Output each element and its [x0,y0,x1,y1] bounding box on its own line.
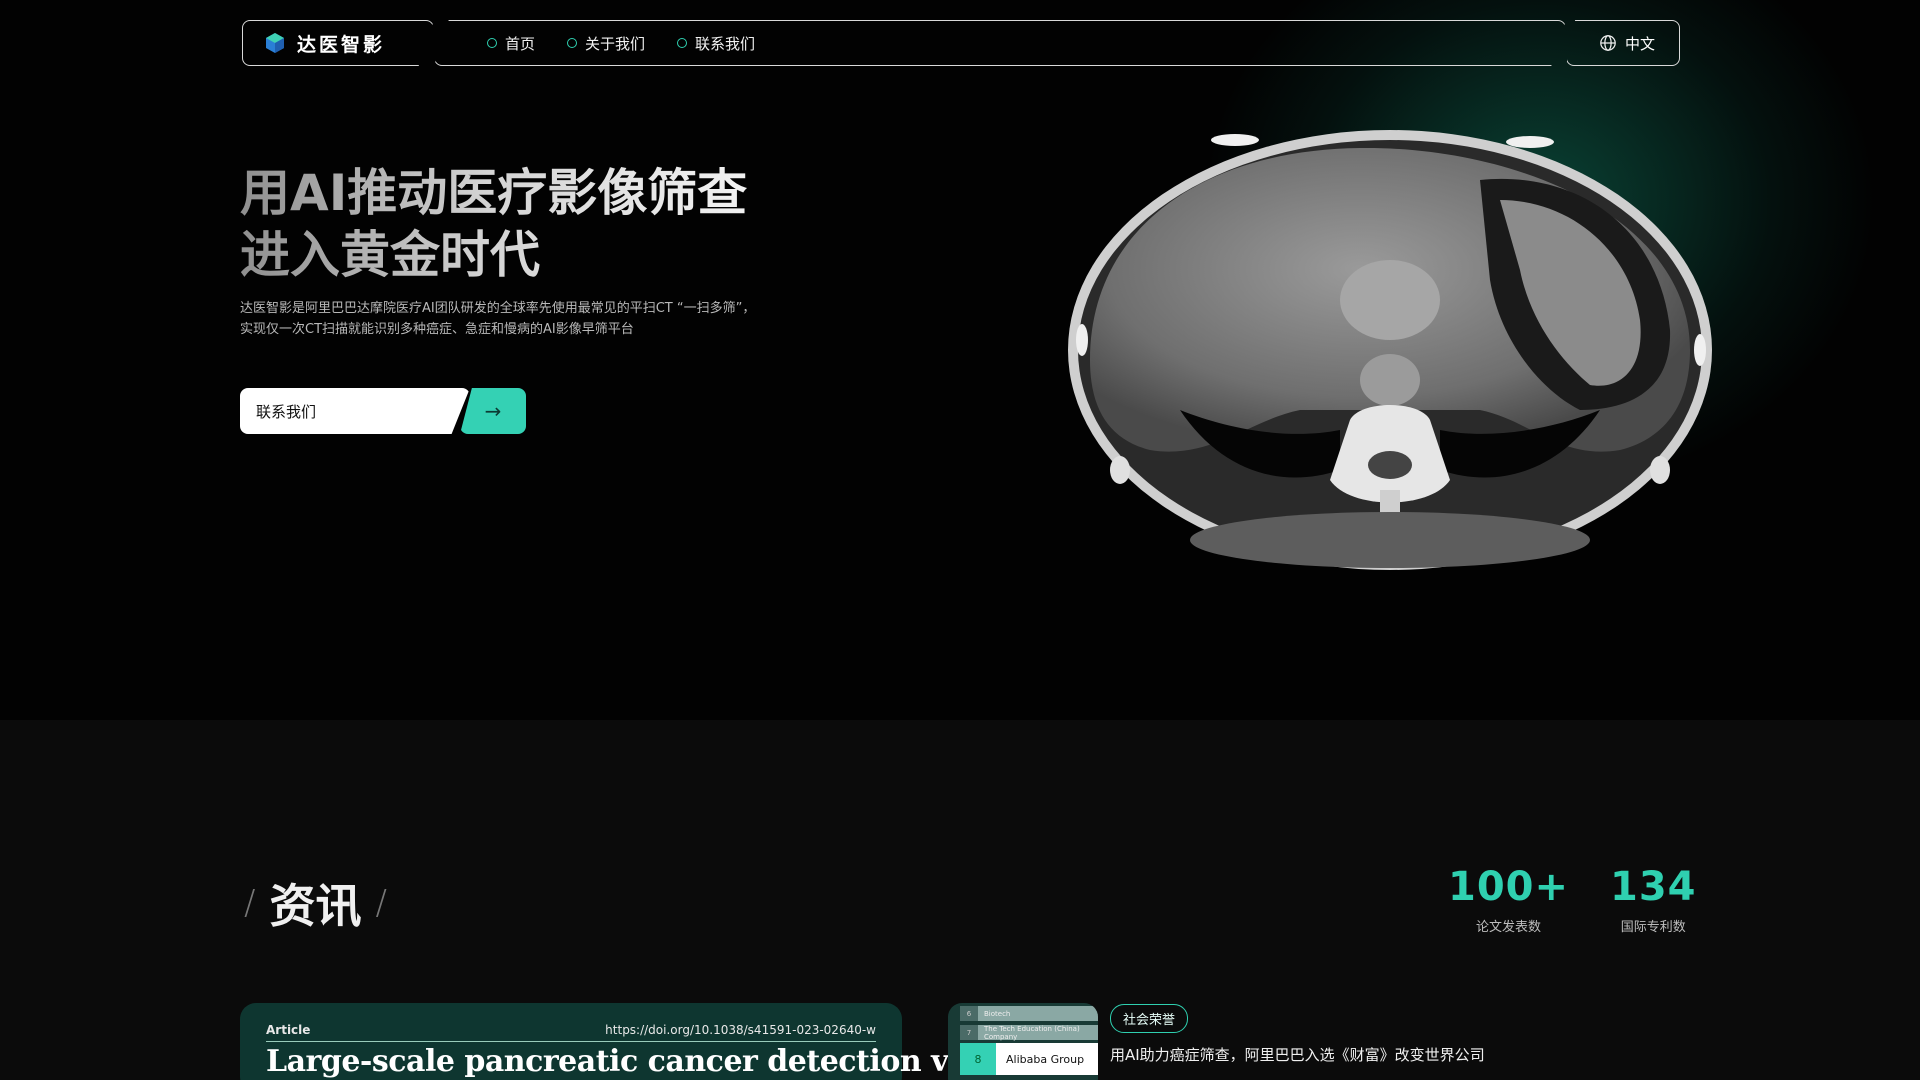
rank-name: The Tech Education (China) Company [978,1025,1098,1041]
article-card[interactable]: Article https://doi.org/10.1038/s41591-0… [240,1003,978,1080]
ranking-row: 7 The Tech Education (China) Company [960,1024,1098,1041]
menu-item-label: 联系我们 [695,34,756,53]
ranking-highlight-row: 8 Alibaba Group [960,1043,1098,1075]
hero-description: 达医智影是阿里巴巴达摩院医疗AI团队研发的全球率先使用最常见的平扫CT “一扫多… [240,301,756,337]
main-menu: 首页 关于我们 联系我们 [434,20,1566,66]
circle-icon [677,38,688,48]
article-doi: https://doi.org/10.1038/s41591-023-02640… [605,1023,876,1037]
circle-icon [487,38,497,48]
menu-item-contact[interactable]: 联系我们 [677,33,755,54]
language-label: 中文 [1624,34,1655,53]
contact-cta: 联系我们 → [240,388,526,434]
logo-icon [266,33,284,53]
article-meta: Article https://doi.org/10.1038/s41591-0… [266,1023,876,1042]
news-headline-link[interactable]: 用AI助力癌症筛查，阿里巴巴入选《财富》改变世界公司 [1110,1044,1485,1065]
stat-value: 100+ [1448,864,1570,910]
globe-icon [1600,35,1616,51]
hero-title-line2: 进入黄金时代 [240,226,540,284]
stat-patents: 134 国际专利数 [1610,864,1697,935]
stat-label: 论文发表数 [1476,920,1542,935]
hero-title-line1: 用AI推动医疗影像筛查 [240,164,748,222]
rank-number: 7 [960,1025,978,1040]
slash-icon: / [244,883,256,923]
circle-icon [567,38,578,48]
rank-name: Alibaba Group [996,1043,1098,1075]
contact-us-button[interactable]: 联系我们 [240,388,470,434]
menu-item-about[interactable]: 关于我们 [567,33,645,54]
logo[interactable]: 达医智影 [242,20,434,66]
menu-item-home[interactable]: 首页 [487,33,535,54]
menu-item-label: 关于我们 [585,34,646,53]
hero-title: 用AI推动医疗影像筛查 进入黄金时代 [240,162,860,286]
language-switcher[interactable]: 中文 [1566,20,1680,66]
slash-icon: / [375,883,387,923]
ranking-row: 6 Biotech [960,1005,1098,1022]
stat-value: 134 [1610,864,1697,910]
top-navigation: 达医智影 首页 关于我们 联系我们 中文 [242,20,1680,66]
arrow-right-icon[interactable]: → [460,388,526,434]
honor-tag: 社会荣誉 [1110,1004,1189,1033]
news-title: 资讯 [269,879,362,933]
news-heading: / 资讯 / [244,870,387,936]
rank-number: 8 [960,1043,996,1075]
rank-name: Biotech [978,1006,1098,1021]
stat-label: 国际专利数 [1620,920,1686,935]
menu-item-label: 首页 [505,34,536,53]
stat-papers: 100+ 论文发表数 [1448,864,1569,935]
article-type: Article [266,1023,311,1037]
logo-text: 达医智影 [297,33,386,56]
rank-number: 6 [960,1006,978,1021]
ct-scan-image [1068,130,1712,570]
article-headline: Large-scale pancreatic cancer detection … [266,1044,978,1079]
ranking-card[interactable]: 6 Biotech 7 The Tech Education (China) C… [948,1003,1098,1080]
